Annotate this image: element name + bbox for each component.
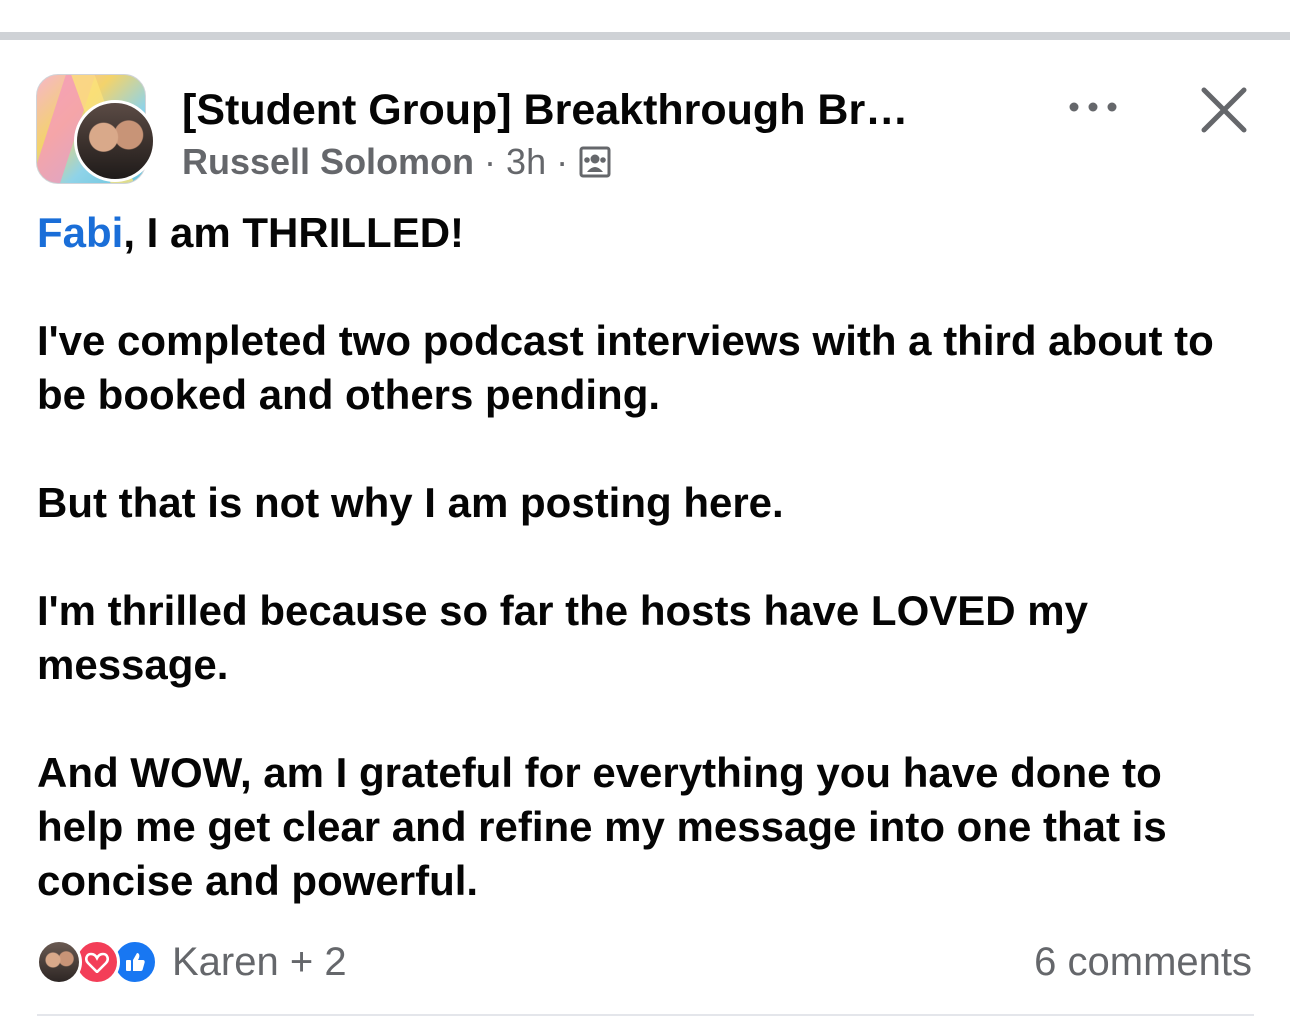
post-time[interactable]: 3h <box>506 140 546 184</box>
post-first-line: , I am THRILLED! <box>123 209 465 256</box>
author-avatar[interactable] <box>74 100 156 182</box>
group-name[interactable]: [Student Group] Breakthrough Br… <box>182 84 1012 136</box>
post-paragraph: I've completed two podcast interviews wi… <box>37 317 1214 418</box>
post-paragraph: And WOW, am I grateful for everything yo… <box>37 749 1167 904</box>
close-icon[interactable] <box>1198 84 1250 136</box>
post-paragraph: Fabi, I am THRILLED! <box>37 206 1257 260</box>
more-horizontal-icon[interactable] <box>1066 94 1120 120</box>
bottom-divider <box>37 1014 1254 1016</box>
mention-link[interactable]: Fabi <box>37 209 123 256</box>
post-header: [Student Group] Breakthrough Br… Russell… <box>182 84 1022 184</box>
author-name[interactable]: Russell Solomon <box>182 140 474 184</box>
post-paragraph: I'm thrilled because so far the hosts ha… <box>37 587 1088 688</box>
comments-count[interactable]: 6 comments <box>1034 936 1252 988</box>
post-meta: Russell Solomon · 3h · <box>182 140 1022 184</box>
reactions-summary[interactable]: Karen + 2 <box>36 936 347 988</box>
post-text: Fabi, I am THRILLED! I've completed two … <box>37 206 1257 908</box>
group-members-icon <box>578 145 612 179</box>
meta-separator: · <box>484 141 497 182</box>
post-card: [Student Group] Breakthrough Br… Russell… <box>0 0 1290 1018</box>
meta-separator: · <box>556 141 569 182</box>
top-divider <box>0 32 1290 40</box>
reactor-names[interactable]: Karen + 2 <box>172 936 347 988</box>
reactor-photo <box>36 939 82 985</box>
post-paragraph: But that is not why I am posting here. <box>37 479 784 526</box>
